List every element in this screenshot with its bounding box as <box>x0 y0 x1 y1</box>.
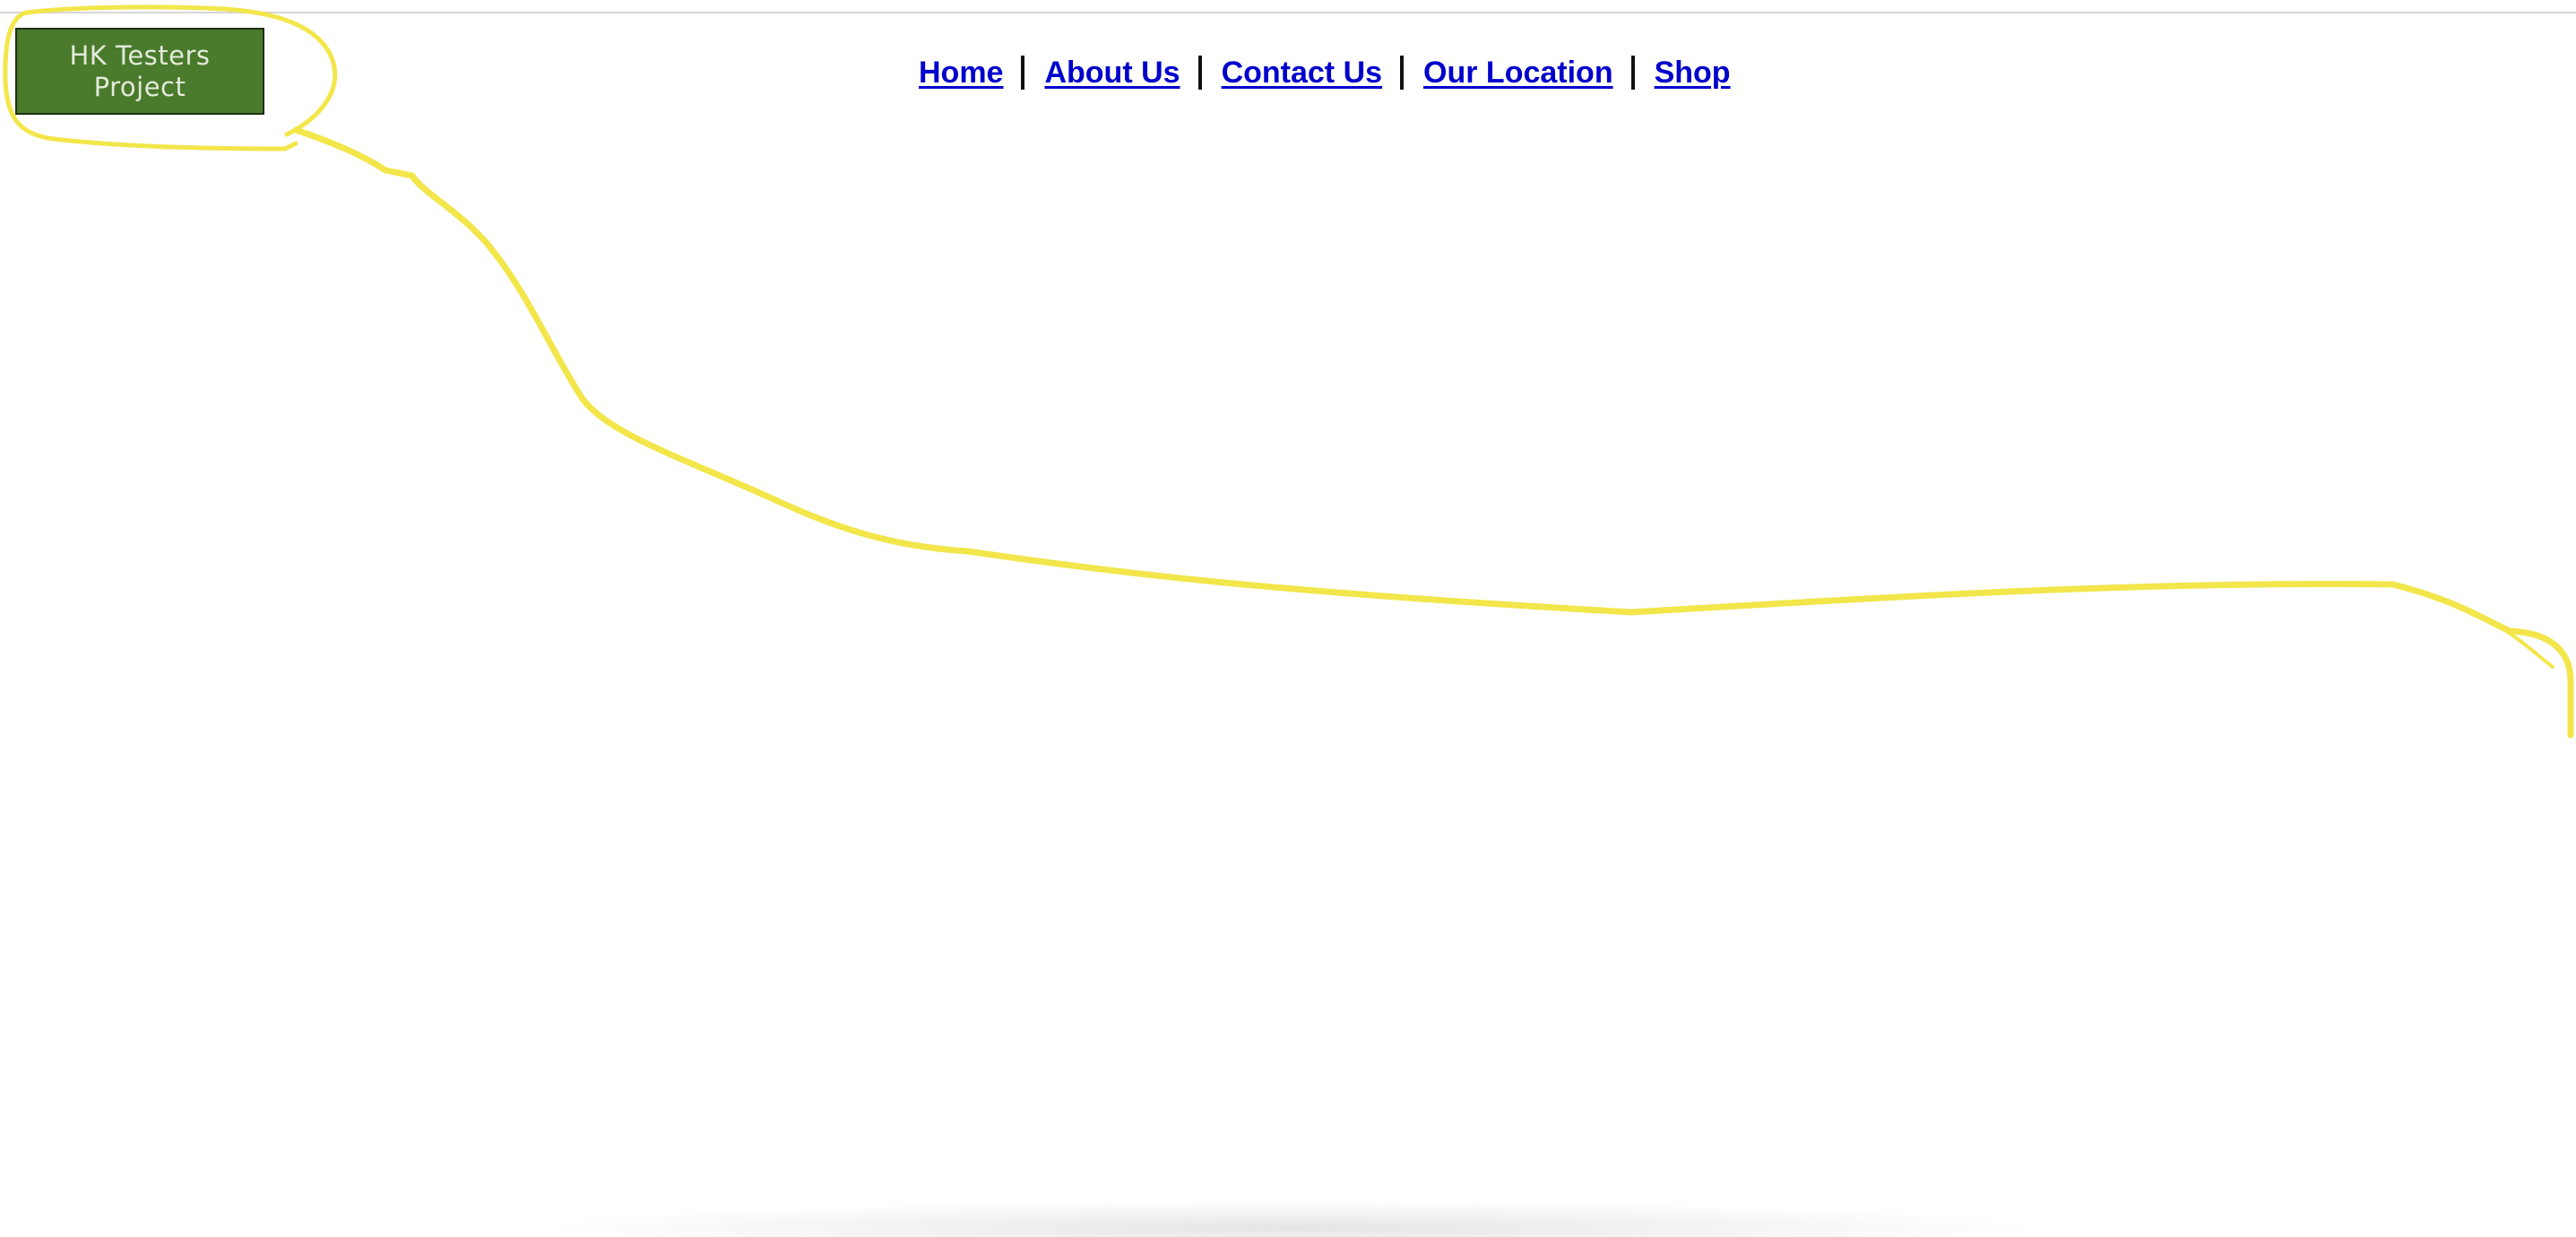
site-logo[interactable]: HK Testers Project <box>15 28 264 115</box>
nav-separator <box>1630 56 1635 90</box>
bottom-shadow <box>556 1201 2026 1237</box>
page: HK Testers Project Home About Us Contact… <box>0 0 2576 1237</box>
nav-separator <box>1400 56 1405 90</box>
nav-separator <box>1021 56 1025 90</box>
annotation-strokes <box>3 4 2574 739</box>
trail-annotation <box>292 126 2574 739</box>
nav-link-about-us[interactable]: About Us <box>1044 56 1180 91</box>
top-divider <box>0 12 2576 13</box>
nav-link-our-location[interactable]: Our Location <box>1423 56 1613 91</box>
highlighter-annotation <box>3 4 2574 739</box>
nav-link-home[interactable]: Home <box>919 56 1003 91</box>
nav-separator <box>1197 56 1202 90</box>
nav-link-shop[interactable]: Shop <box>1655 56 1731 91</box>
nav-link-contact-us[interactable]: Contact Us <box>1222 56 1382 91</box>
trail-flick-annotation <box>2499 626 2554 669</box>
main-navigation: Home About Us Contact Us Our Location Sh… <box>919 50 1731 95</box>
